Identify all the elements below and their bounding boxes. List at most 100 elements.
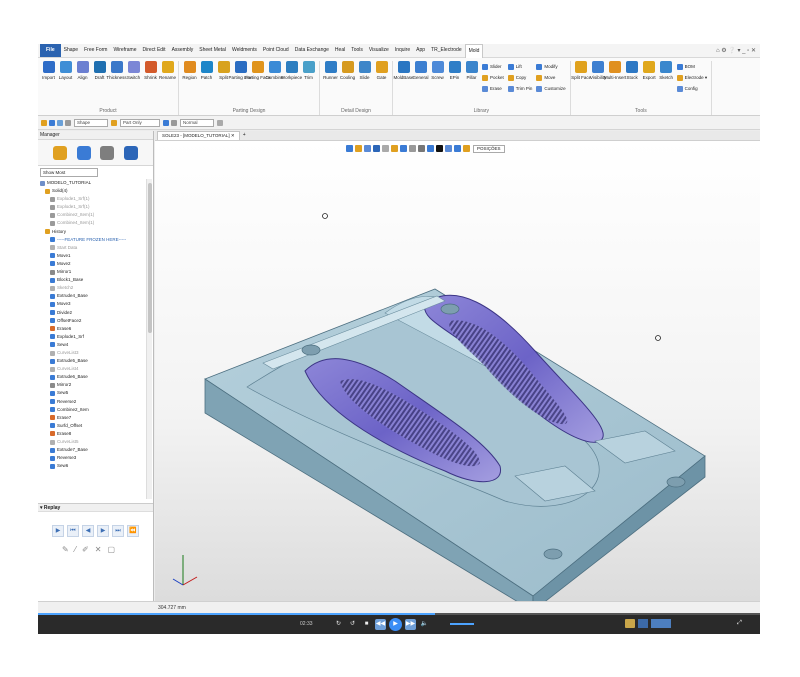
history-tab-icon[interactable] <box>52 145 67 160</box>
menu-tab-app[interactable]: App <box>413 44 428 57</box>
ribbon-trim-button[interactable]: Trim <box>301 61 316 108</box>
ribbon-rename-button[interactable]: Rename <box>159 61 176 108</box>
menu-tab-tr-electrode[interactable]: TR_Electrode <box>428 44 465 57</box>
tree-item[interactable]: CurveList5 <box>38 438 145 446</box>
ribbon-moldbase-button[interactable]: MoldBase <box>394 61 414 108</box>
ribbon-shrink-button[interactable]: Shrink <box>143 61 158 108</box>
edit-icon[interactable]: ✐ <box>82 545 89 554</box>
ribbon-align-button[interactable]: Align <box>75 61 90 108</box>
ribbon-sketch-button[interactable]: Sketch <box>659 61 674 108</box>
menu-tab-free-form[interactable]: Free Form <box>81 44 110 57</box>
ribbon-workpiece-button[interactable]: Workpiece <box>281 61 302 108</box>
stop-icon[interactable]: ■ <box>361 619 372 630</box>
tree-item[interactable]: MODELO_TUTORIAL <box>38 179 145 187</box>
tree-scrollbar[interactable] <box>146 179 152 499</box>
tree-item[interactable]: -----FEATURE FROZEN HERE----- <box>38 236 145 244</box>
normal-combo[interactable]: Normal <box>180 118 214 127</box>
ribbon-import-button[interactable]: Import <box>41 61 56 108</box>
replay-prev-button[interactable]: ◀ <box>82 525 94 537</box>
replay-play-button[interactable]: ▶ <box>52 525 64 537</box>
ribbon-patch-button[interactable]: Patch <box>199 61 214 108</box>
layer-tab-icon[interactable] <box>76 145 91 160</box>
ribbon-slider-button[interactable]: Slider <box>482 61 504 72</box>
snap-icon[interactable] <box>171 119 177 126</box>
point-marker-1[interactable] <box>322 213 328 219</box>
tree-item[interactable]: Explode1_Srf <box>38 333 145 341</box>
menu-tab-direct-edit[interactable]: Direct Edit <box>140 44 169 57</box>
replay-next-button[interactable]: ▶ <box>97 525 109 537</box>
page-icon[interactable]: ▢ <box>107 545 115 554</box>
ribbon-region-button[interactable]: Region <box>182 61 197 108</box>
tree-item[interactable]: Combine4_Item(1) <box>38 219 145 227</box>
volume-icon[interactable]: 🔈 <box>419 619 430 630</box>
part-only-combo[interactable]: Part Only <box>120 118 160 127</box>
menu-tab-heal[interactable]: Heal <box>332 44 348 57</box>
tree-item[interactable]: Explode1_Srf(1) <box>38 195 145 203</box>
replay-last-button[interactable]: ⏭ <box>112 525 124 537</box>
3d-viewport[interactable]: POSIÇÕES <box>155 141 760 601</box>
ribbon-pocket-button[interactable]: Pocket <box>482 72 504 83</box>
ribbon-runner-button[interactable]: Runner <box>323 61 338 108</box>
pencil-icon[interactable]: ✎ <box>62 545 69 554</box>
ribbon-thickness-button[interactable]: Thickness <box>106 61 127 108</box>
tree-item[interactable]: CurveList3 <box>38 349 145 357</box>
tree-item[interactable]: Erase7 <box>38 414 145 422</box>
tree-item[interactable]: Sew6 <box>38 462 145 470</box>
menu-tab-mold[interactable]: Mold <box>464 44 484 58</box>
ribbon-layout-button[interactable]: Layout <box>58 61 73 108</box>
show-most-dropdown[interactable]: Show Most <box>40 168 98 177</box>
tree-item[interactable]: Mirror1 <box>38 268 145 276</box>
tree-item[interactable]: Move1 <box>38 252 145 260</box>
tree-item[interactable]: Divide2 <box>38 309 145 317</box>
tree-item[interactable]: Surfd_Offset <box>38 422 145 430</box>
tree-item[interactable]: Erase6 <box>38 325 145 333</box>
arrow-icon[interactable] <box>65 119 71 126</box>
tree-item[interactable]: Start Data <box>38 244 145 252</box>
forward-icon[interactable]: ▶▶ <box>405 619 416 630</box>
play-icon[interactable]: ▶ <box>389 618 402 631</box>
tree-item[interactable]: CurveList4 <box>38 365 145 373</box>
select-icon[interactable] <box>49 119 55 126</box>
ribbon-copy-button[interactable]: Copy <box>507 72 533 83</box>
pick-icon[interactable] <box>57 119 63 126</box>
guide-hole-1[interactable] <box>301 344 321 356</box>
ribbon-draft-button[interactable]: Draft <box>92 61 107 108</box>
playlist-icon[interactable] <box>638 619 648 628</box>
ribbon-trim-pin-button[interactable]: Trim Pin <box>507 83 532 94</box>
view-tab-icon[interactable] <box>100 145 115 160</box>
tree-item[interactable]: Erase8 <box>38 430 145 438</box>
ribbon-erase-button[interactable]: Erase <box>482 83 504 94</box>
menu-tab-data-exchange[interactable]: Data Exchange <box>292 44 332 57</box>
ribbon-slide-button[interactable]: Slide <box>357 61 372 108</box>
ribbon-visibility-button[interactable]: Visibility <box>590 61 606 108</box>
ribbon-parting-face-button[interactable]: Parting Face <box>245 61 270 108</box>
menu-tab-visualize[interactable]: Visualize <box>366 44 392 57</box>
tree-item[interactable]: Move3 <box>38 300 145 308</box>
tree-item[interactable]: Explode1_Srf(1) <box>38 203 145 211</box>
doc-tab-sole23[interactable]: SOLE23 - [MODELO_TUTORIAL] ✕ <box>157 131 240 140</box>
ribbon-combine-button[interactable]: Combine <box>266 61 284 108</box>
quality-icon[interactable] <box>651 619 671 628</box>
new-tab-icon[interactable]: + <box>243 131 246 140</box>
ribbon-epin-button[interactable]: EPin <box>447 61 462 108</box>
tree-item[interactable]: Sew5 <box>38 389 145 397</box>
fullscreen-icon[interactable]: ⤢ <box>734 618 745 629</box>
menu-tab-point-cloud[interactable]: Point Cloud <box>260 44 292 57</box>
ribbon-move-button[interactable]: Move <box>536 72 565 83</box>
ribbon-customize-button[interactable]: Customize <box>536 83 566 94</box>
menu-tab-wireframe[interactable]: Wireframe <box>110 44 139 57</box>
menu-tab-inquire[interactable]: Inquire <box>392 44 413 57</box>
ribbon-bom-button[interactable]: BOM <box>676 61 708 72</box>
view-icon[interactable] <box>163 119 169 126</box>
ribbon-pillar-button[interactable]: Pillar <box>464 61 479 108</box>
tree-item[interactable]: Extrude7_Base <box>38 446 145 454</box>
ribbon-config-button[interactable]: Config <box>676 83 708 94</box>
tree-item[interactable]: Extrude5_Base <box>38 357 145 365</box>
ribbon-general-button[interactable]: General <box>413 61 429 108</box>
tree-item[interactable]: Reverse2 <box>38 398 145 406</box>
replay-icon[interactable]: ↺ <box>347 619 358 630</box>
ribbon-split-button[interactable]: Split <box>216 61 231 108</box>
tree-item[interactable]: Combine2_Item <box>38 406 145 414</box>
tree-item[interactable]: History <box>38 228 145 236</box>
ribbon-screw-button[interactable]: Screw <box>430 61 445 108</box>
